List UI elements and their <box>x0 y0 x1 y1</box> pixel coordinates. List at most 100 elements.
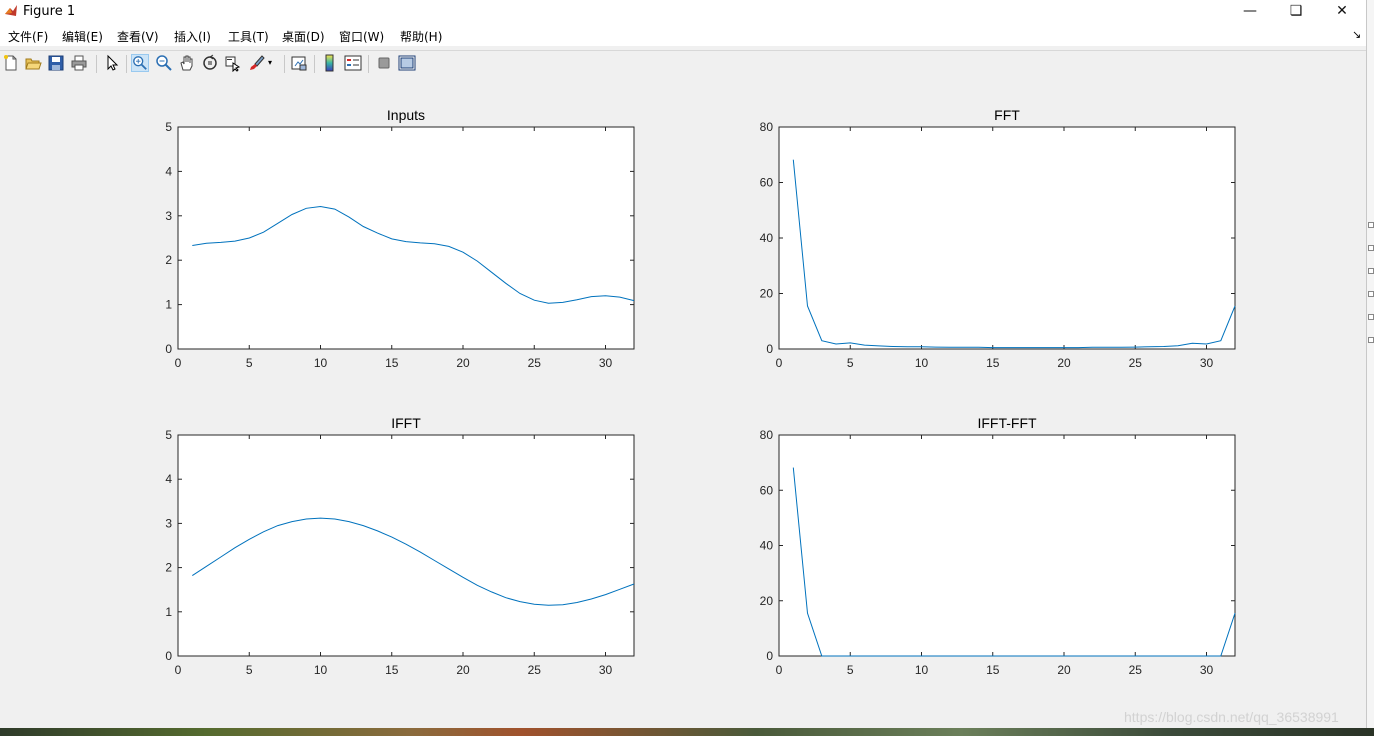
watermark: https://blog.csdn.net/qq_36538991 <box>1124 709 1339 725</box>
checkbox-icon <box>1368 245 1374 251</box>
y-tick-label: 5 <box>165 428 172 442</box>
axes-box <box>778 434 1236 657</box>
checkbox-icon <box>1368 268 1374 274</box>
close-button[interactable]: ✕ <box>1319 0 1365 24</box>
y-tick-label: 3 <box>165 516 172 530</box>
menu-window[interactable]: 窗口(W) <box>339 28 384 45</box>
y-tick-label: 40 <box>760 539 774 553</box>
toolbar-separator <box>368 55 369 73</box>
axes-2: FFT 0 5 10 15 20 25 30 0 20 40 60 80 <box>760 107 1236 370</box>
x-tick-label: 20 <box>1057 356 1071 370</box>
y-tick-label: 20 <box>760 287 774 301</box>
x-tick-label: 15 <box>385 356 399 370</box>
checkbox-icon <box>1368 291 1374 297</box>
axes-title: IFFT <box>391 415 421 431</box>
x-tick-label: 10 <box>915 356 929 370</box>
x-tick-label: 25 <box>1129 663 1143 677</box>
hide-plot-tools-icon[interactable] <box>375 54 393 72</box>
brush-icon[interactable] <box>248 54 266 72</box>
x-tick-label: 20 <box>456 356 470 370</box>
x-tick-label: 15 <box>986 663 1000 677</box>
x-tick-label: 25 <box>528 356 542 370</box>
x-tick-label: 25 <box>1129 356 1143 370</box>
data-cursor-icon[interactable] <box>224 54 242 72</box>
menu-view[interactable]: 查看(V) <box>117 28 159 45</box>
background-window-edge <box>1366 0 1374 728</box>
y-tick-label: 4 <box>165 164 172 178</box>
title-bar: Figure 1 — ❏ ✕ <box>0 0 1366 24</box>
edit-plot-icon[interactable] <box>103 54 121 72</box>
menu-file[interactable]: 文件(F) <box>8 28 48 45</box>
checkbox-icon <box>1368 222 1374 228</box>
x-tick-label: 5 <box>847 663 854 677</box>
open-file-icon[interactable] <box>24 54 42 72</box>
rotate-3d-icon[interactable] <box>201 54 219 72</box>
x-tick-label: 20 <box>1057 663 1071 677</box>
link-plot-icon[interactable] <box>290 54 308 72</box>
x-tick-label: 10 <box>314 356 328 370</box>
zoom-in-icon[interactable] <box>131 54 149 72</box>
y-tick-label: 2 <box>165 253 172 267</box>
axes-1: Inputs 0 5 10 15 20 25 30 0 1 2 3 4 5 <box>165 107 635 370</box>
menu-desktop[interactable]: 桌面(D) <box>282 28 325 45</box>
y-tick-label: 4 <box>165 472 172 486</box>
x-tick-label: 30 <box>599 356 613 370</box>
toolbar-separator <box>126 55 127 73</box>
desktop-wallpaper <box>0 728 1374 736</box>
y-tick-label: 20 <box>760 594 774 608</box>
show-plot-tools-icon[interactable] <box>398 54 416 72</box>
axes-3: IFFT 0 5 10 15 20 25 30 0 1 2 3 4 5 <box>165 415 635 677</box>
matlab-icon <box>5 5 17 16</box>
axes-4: IFFT-FFT 0 5 10 15 20 25 30 0 20 40 60 80 <box>760 415 1236 677</box>
x-tick-label: 30 <box>599 663 613 677</box>
x-tick-label: 25 <box>528 663 542 677</box>
dock-arrow-icon[interactable]: ↘ <box>1352 28 1361 41</box>
menu-edit[interactable]: 编辑(E) <box>62 28 103 45</box>
chevron-down-icon[interactable]: ▾ <box>268 54 278 72</box>
y-tick-label: 60 <box>760 176 774 190</box>
restore-button[interactable]: ❏ <box>1273 0 1319 24</box>
y-tick-label: 80 <box>760 120 774 134</box>
figure-canvas: Inputs 0 5 10 15 20 25 30 0 1 2 3 4 5 FFT 0 5 10 15 20 25 30 0… <box>0 77 1366 728</box>
x-tick-label: 0 <box>776 663 783 677</box>
toolbar-separator <box>96 55 97 73</box>
x-tick-label: 20 <box>456 663 470 677</box>
save-icon[interactable] <box>47 54 65 72</box>
x-tick-label: 5 <box>246 356 253 370</box>
axes-title: IFFT-FFT <box>977 415 1037 431</box>
x-tick-label: 10 <box>915 663 929 677</box>
menu-bar: 文件(F) 编辑(E) 查看(V) 插入(I) 工具(T) 桌面(D) 窗口(W… <box>0 24 1366 46</box>
menu-help[interactable]: 帮助(H) <box>400 28 442 45</box>
x-tick-label: 15 <box>385 663 399 677</box>
axes-box <box>177 126 635 350</box>
toolbar: ▾ <box>0 50 1366 78</box>
menu-insert[interactable]: 插入(I) <box>174 28 211 45</box>
zoom-out-icon[interactable] <box>155 54 173 72</box>
y-tick-label: 0 <box>766 649 773 663</box>
y-tick-label: 0 <box>766 342 773 356</box>
y-tick-label: 0 <box>165 649 172 663</box>
new-figure-icon[interactable] <box>2 54 20 72</box>
print-icon[interactable] <box>70 54 88 72</box>
toolbar-separator <box>284 55 285 73</box>
x-tick-label: 30 <box>1200 356 1214 370</box>
y-tick-label: 2 <box>165 561 172 575</box>
pan-icon[interactable] <box>178 54 196 72</box>
x-tick-label: 0 <box>776 356 783 370</box>
x-tick-label: 0 <box>175 356 182 370</box>
toolbar-separator <box>314 55 315 73</box>
axes-box <box>778 126 1236 350</box>
x-tick-label: 30 <box>1200 663 1214 677</box>
minimize-button[interactable]: — <box>1227 0 1273 24</box>
x-tick-label: 5 <box>246 663 253 677</box>
insert-colorbar-icon[interactable] <box>321 54 339 72</box>
x-tick-label: 10 <box>314 663 328 677</box>
checkbox-icon <box>1368 314 1374 320</box>
insert-legend-icon[interactable] <box>344 54 362 72</box>
y-tick-label: 1 <box>165 605 172 619</box>
menu-tools[interactable]: 工具(T) <box>228 28 269 45</box>
y-tick-label: 3 <box>165 209 172 223</box>
subplots-svg: Inputs0 5 10 15 20 25 30012345FFT0 5 10 15 20 25 300… <box>165 107 1236 677</box>
window-title: Figure 1 <box>23 4 76 19</box>
x-tick-label: 0 <box>175 663 182 677</box>
